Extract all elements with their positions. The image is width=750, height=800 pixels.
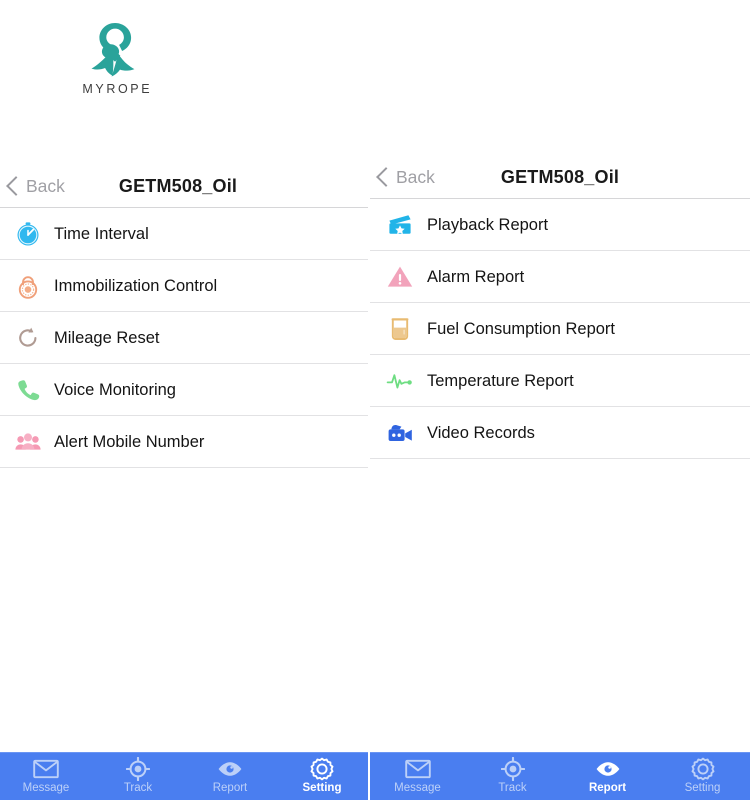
- fuel-beaker-icon: [384, 313, 416, 345]
- list-item-label: Video Records: [427, 423, 535, 442]
- back-button[interactable]: Back: [0, 164, 65, 208]
- eye-icon: [595, 757, 621, 781]
- chevron-left-icon: [376, 167, 396, 187]
- myrope-ribbon-logo-icon: [91, 23, 135, 77]
- list-item-alarm-report[interactable]: Alarm Report: [370, 251, 750, 303]
- tab-label: Setting: [302, 782, 342, 794]
- left-tabbar: Message Track Report Setting: [0, 752, 368, 800]
- dual-screenshot-canvas: MYROPE Back GETM508_Oil Time Interval Im…: [0, 0, 750, 800]
- padlock-icon: [12, 270, 44, 302]
- right-tabbar: Message Track Report Setting: [370, 752, 750, 800]
- warning-triangle-icon: [384, 261, 416, 293]
- pulse-line-icon: [384, 365, 416, 397]
- list-item-label: Alert Mobile Number: [54, 432, 205, 451]
- tab-track[interactable]: Track: [92, 752, 184, 800]
- tab-label: Setting: [684, 782, 721, 794]
- tab-label: Track: [123, 782, 153, 794]
- tab-message[interactable]: Message: [0, 752, 92, 800]
- back-button[interactable]: Back: [370, 155, 435, 199]
- tab-report[interactable]: Report: [184, 752, 276, 800]
- tab-setting[interactable]: Setting: [655, 752, 750, 800]
- tab-label: Report: [588, 782, 627, 794]
- right-phone-screen: Back GETM508_Oil Playback Report Alarm R…: [370, 0, 750, 800]
- brand-wordmark: MYROPE: [82, 82, 153, 96]
- envelope-icon: [33, 757, 59, 781]
- video-camera-icon: [384, 417, 416, 449]
- list-item-voice-monitoring[interactable]: Voice Monitoring: [0, 364, 368, 416]
- list-item-mileage-reset[interactable]: Mileage Reset: [0, 312, 368, 364]
- left-phone-screen: MYROPE Back GETM508_Oil Time Interval Im…: [0, 0, 368, 800]
- tab-message[interactable]: Message: [370, 752, 465, 800]
- tabbar-top-border: [370, 752, 750, 753]
- eye-icon: [217, 757, 243, 781]
- tab-setting[interactable]: Setting: [276, 752, 368, 800]
- tab-track[interactable]: Track: [465, 752, 560, 800]
- brand-header: MYROPE: [0, 0, 368, 150]
- phone-icon: [12, 374, 44, 406]
- tabbar-top-border: [0, 752, 368, 753]
- envelope-icon: [404, 757, 431, 781]
- ticket-star-icon: [384, 209, 416, 241]
- chevron-left-icon: [6, 176, 26, 196]
- list-item-playback-report[interactable]: Playback Report: [370, 199, 750, 251]
- tab-label: Message: [22, 782, 70, 794]
- list-item-label: Temperature Report: [427, 371, 574, 390]
- list-item-label: Playback Report: [427, 215, 549, 234]
- left-navbar: Back GETM508_Oil: [0, 164, 368, 208]
- reports-list: Playback Report Alarm Report Fuel Consum…: [370, 199, 750, 459]
- stopwatch-icon: [12, 218, 44, 250]
- tab-label: Track: [498, 782, 527, 794]
- right-navbar: Back GETM508_Oil: [370, 155, 750, 199]
- back-label: Back: [26, 175, 65, 196]
- gear-icon: [310, 757, 334, 781]
- tab-label: Message: [394, 782, 441, 794]
- back-label: Back: [396, 166, 435, 187]
- list-item-label: Voice Monitoring: [54, 380, 176, 399]
- crosshair-icon: [500, 757, 525, 781]
- list-item-fuel-consumption-report[interactable]: Fuel Consumption Report: [370, 303, 750, 355]
- list-item-alert-mobile-number[interactable]: Alert Mobile Number: [0, 416, 368, 468]
- list-item-label: Immobilization Control: [54, 276, 218, 295]
- list-item-label: Time Interval: [54, 224, 149, 243]
- list-item-label: Alarm Report: [427, 267, 525, 286]
- gear-icon: [691, 757, 715, 781]
- crosshair-icon: [126, 757, 150, 781]
- list-item-label: Mileage Reset: [54, 328, 160, 347]
- list-item-immobilization-control[interactable]: Immobilization Control: [0, 260, 368, 312]
- group-users-icon: [12, 426, 44, 458]
- settings-list: Time Interval Immobilization Control Mil…: [0, 208, 368, 468]
- refresh-icon: [12, 322, 44, 354]
- tab-label: Report: [212, 782, 248, 794]
- list-item-time-interval[interactable]: Time Interval: [0, 208, 368, 260]
- list-item-video-records[interactable]: Video Records: [370, 407, 750, 459]
- tab-report[interactable]: Report: [560, 752, 655, 800]
- list-item-label: Fuel Consumption Report: [427, 319, 616, 338]
- list-item-temperature-report[interactable]: Temperature Report: [370, 355, 750, 407]
